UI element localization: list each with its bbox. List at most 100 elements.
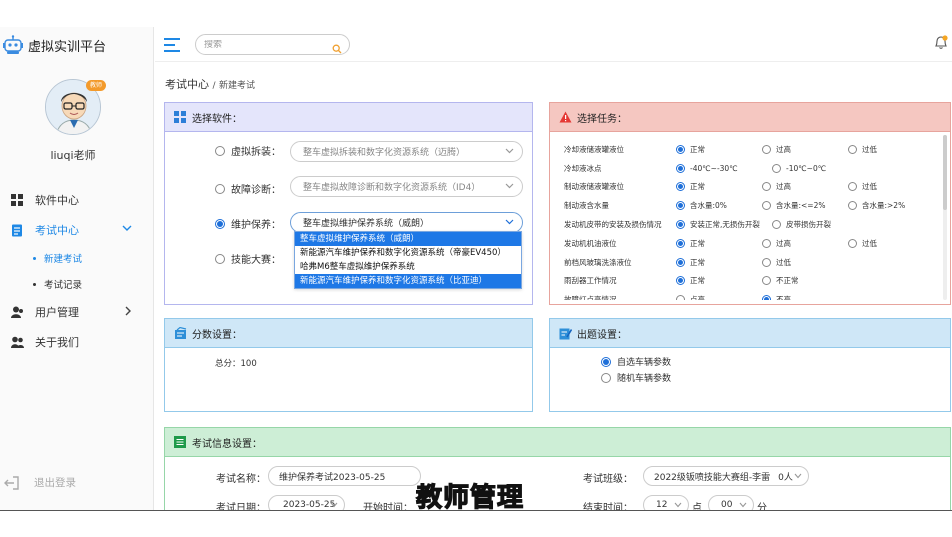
question-option-random[interactable]: 随机车辆参数 — [601, 371, 671, 384]
software-row-maintenance[interactable]: 维护保养： — [215, 216, 301, 231]
task-option[interactable]: 安装正常,无损伤开裂 — [676, 219, 760, 230]
chevron-right-icon — [125, 306, 132, 319]
task-option[interactable]: -40℃~-30℃ — [676, 163, 738, 173]
breadcrumb-root[interactable]: 考试中心 — [165, 78, 209, 91]
task-option[interactable]: 过低 — [848, 181, 877, 192]
dropdown-option[interactable]: 新能源汽车维护保养和数字化资源系统（帝豪EV450） — [295, 246, 521, 260]
task-option-radio[interactable] — [676, 144, 685, 154]
radio-custom-params[interactable] — [601, 356, 611, 367]
sidebar-subitem-exam-records[interactable]: 考试记录 — [0, 271, 154, 297]
task-option[interactable]: 不亮 — [762, 294, 791, 300]
task-option-radio[interactable] — [676, 295, 685, 300]
task-option-radio[interactable] — [676, 257, 685, 267]
select-value: 整车虚拟维护保养系统（威朗） — [303, 219, 430, 229]
search-icon[interactable] — [332, 39, 342, 58]
exam-info-panel-title: 考试信息设置： — [192, 438, 262, 450]
radio-maintenance[interactable] — [215, 218, 225, 229]
task-option-radio[interactable] — [762, 182, 771, 192]
task-option[interactable]: -10℃~0℃ — [772, 163, 826, 173]
app-title: 虚拟实训平台 — [28, 39, 107, 55]
task-option-radio[interactable] — [676, 182, 685, 192]
software-row-disassembly[interactable]: 虚拟拆装： — [215, 143, 301, 158]
task-option[interactable]: 过高 — [762, 181, 791, 192]
task-option[interactable]: 正常 — [676, 144, 705, 155]
sidebar-item-software[interactable]: 软件中心 — [0, 185, 154, 215]
task-option[interactable]: 含水量:>2% — [848, 200, 905, 211]
task-option-radio[interactable] — [762, 295, 771, 300]
task-option-radio[interactable] — [762, 257, 771, 267]
task-option-radio[interactable] — [676, 220, 685, 230]
select-value: 整车虚拟拆装和数字化资源系统（迈腾） — [303, 148, 466, 158]
dropdown-option[interactable]: 整车虚拟维护保养系统（威朗） — [295, 232, 521, 246]
task-option[interactable]: 含水量:0% — [676, 200, 727, 211]
task-option-radio[interactable] — [676, 201, 685, 211]
task-option-radio[interactable] — [848, 144, 857, 154]
logout-label: 退出登录 — [34, 477, 76, 489]
task-option-radio[interactable] — [676, 276, 685, 286]
software-row-diagnosis[interactable]: 故障诊断： — [215, 181, 301, 196]
task-option-radio[interactable] — [848, 201, 857, 211]
task-option[interactable]: 过高 — [762, 238, 791, 249]
menu-toggle-icon[interactable] — [164, 37, 180, 52]
task-panel-title: 选择任务： — [577, 113, 627, 125]
task-option[interactable]: 正常 — [676, 257, 705, 268]
radio-random-params[interactable] — [601, 372, 611, 383]
select-disassembly[interactable]: 整车虚拟拆装和数字化资源系统（迈腾） — [290, 141, 523, 162]
end-minute-value: 00 — [721, 500, 733, 510]
task-option-radio[interactable] — [762, 276, 771, 286]
score-panel: 分数设置： 总分：100 — [164, 318, 533, 412]
task-scrollbar[interactable] — [943, 135, 947, 300]
sidebar-item-exam[interactable]: 考试中心 — [0, 215, 154, 245]
task-option[interactable]: 皮带损伤开裂 — [772, 219, 831, 230]
exam-name-input[interactable]: 维护保养考试2023-05-25 — [268, 466, 421, 486]
question-option-custom[interactable]: 自选车辆参数 — [601, 355, 671, 368]
select-maintenance[interactable]: 整车虚拟维护保养系统（威朗） — [290, 212, 523, 233]
dropdown-option[interactable]: 哈弗M6整车虚拟维护保养系统 — [295, 260, 521, 274]
task-name: 制动液储液罐液位 — [564, 182, 624, 192]
task-option-radio[interactable] — [848, 238, 857, 248]
task-option[interactable]: 过高 — [762, 144, 791, 155]
task-option-label: 皮带损伤开裂 — [786, 220, 831, 230]
task-option[interactable]: 过低 — [848, 144, 877, 155]
task-option[interactable]: 过低 — [848, 238, 877, 249]
exam-class-select[interactable]: 2022级钣喷技能大赛组-李雷 0人 — [643, 466, 809, 486]
score-panel-header: 分数设置： — [165, 319, 532, 348]
task-option-radio[interactable] — [676, 238, 685, 248]
video-caption: 教师管理 — [415, 482, 525, 513]
chevron-down-icon — [505, 182, 514, 192]
radio-competition[interactable] — [215, 253, 225, 264]
select-diagnosis[interactable]: 整车虚拟故障诊断和数字化资源系统（ID4） — [290, 176, 523, 197]
logout-button[interactable]: 退出登录 — [4, 475, 76, 490]
task-option-radio[interactable] — [762, 238, 771, 248]
task-option[interactable]: 正常 — [676, 181, 705, 192]
app-root: 虚拟实训平台 教师 liuqi老师 软件中心 考试中心 新建考试 考试记录 用户… — [0, 0, 952, 537]
task-option-radio[interactable] — [762, 144, 771, 154]
sidebar-item-users[interactable]: 用户管理 — [0, 297, 154, 327]
sidebar-subitem-new-exam[interactable]: 新建考试 — [0, 245, 154, 271]
task-option[interactable]: 过低 — [762, 257, 791, 268]
task-option-radio[interactable] — [848, 182, 857, 192]
task-option[interactable]: 含水量:<=2% — [762, 200, 826, 211]
task-option[interactable]: 点亮 — [676, 294, 705, 300]
task-option-radio[interactable] — [772, 163, 781, 173]
radio-disassembly[interactable] — [215, 145, 225, 156]
task-option-radio[interactable] — [772, 220, 781, 230]
sidebar-item-about[interactable]: 关于我们 — [0, 327, 154, 357]
task-option-label: 正常 — [690, 276, 705, 286]
scrollbar-thumb[interactable] — [943, 135, 947, 210]
search-input[interactable] — [204, 39, 324, 50]
dropdown-option[interactable]: 新能源汽车维护保养和数字化资源系统（比亚迪） — [295, 274, 521, 288]
bell-icon[interactable] — [934, 35, 948, 54]
username: liuqi老师 — [50, 149, 96, 162]
software-row-competition[interactable]: 技能大赛： — [215, 251, 301, 266]
exam-class-value: 2022级钣喷技能大赛组-李雷 — [654, 472, 771, 483]
brand: 虚拟实训平台 — [0, 31, 154, 59]
task-option[interactable]: 不正常 — [762, 275, 799, 286]
task-option-radio[interactable] — [762, 201, 771, 211]
question-panel: 出题设置： 自选车辆参数 随机车辆参数 — [549, 318, 951, 412]
task-option-radio[interactable] — [676, 163, 685, 173]
task-option-label: 过低 — [862, 182, 877, 192]
task-option[interactable]: 正常 — [676, 238, 705, 249]
task-option[interactable]: 正常 — [676, 275, 705, 286]
radio-diagnosis[interactable] — [215, 183, 225, 194]
